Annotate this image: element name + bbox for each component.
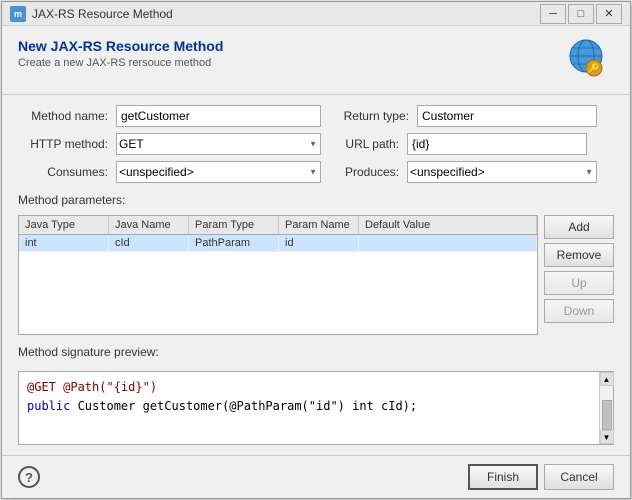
preview-section-label: Method signature preview:	[18, 345, 614, 359]
add-button[interactable]: Add	[544, 215, 614, 239]
url-path-label: URL path:	[329, 137, 399, 151]
produces-label: Produces:	[329, 165, 399, 179]
down-button[interactable]: Down	[544, 299, 614, 323]
method-name-label: Method name:	[18, 109, 108, 123]
cell-param-type: PathParam	[189, 235, 279, 251]
preview-annotation: @GET @Path("{id}")	[27, 380, 157, 394]
cell-java-type: int	[19, 235, 109, 251]
cancel-button[interactable]: Cancel	[544, 464, 614, 490]
method-name-input[interactable]	[116, 105, 321, 127]
preview-keyword-public: public	[27, 399, 78, 413]
return-type-label: Return type:	[329, 109, 409, 123]
dialog-title: New JAX-RS Resource Method	[18, 38, 223, 54]
params-side-buttons: Add Remove Up Down	[544, 215, 614, 335]
close-button[interactable]: ✕	[596, 4, 622, 24]
maximize-button[interactable]: □	[568, 4, 594, 24]
dialog-content: Method name: Return type: HTTP method: G…	[2, 95, 630, 455]
http-method-label: HTTP method:	[18, 137, 108, 151]
col-header-default-value: Default Value	[359, 216, 537, 234]
scrollbar-down-arrow[interactable]: ▼	[600, 430, 614, 444]
dialog-header: New JAX-RS Resource Method Create a new …	[2, 26, 630, 95]
col-header-java-type: Java Type	[19, 216, 109, 234]
return-type-input[interactable]	[417, 105, 597, 127]
preview-section: @GET @Path("{id}") public Customer getCu…	[18, 371, 614, 445]
params-table-header: Java Type Java Name Param Type Param Nam…	[19, 216, 537, 235]
produces-select[interactable]: <unspecified> application/json applicati…	[407, 161, 597, 183]
params-table-area: Java Type Java Name Param Type Param Nam…	[18, 215, 614, 335]
remove-button[interactable]: Remove	[544, 243, 614, 267]
params-table-body: int cId PathParam id	[19, 235, 537, 325]
preview-signature: Customer getCustomer(@PathParam("id") in…	[78, 399, 418, 413]
window-title: JAX-RS Resource Method	[32, 7, 540, 21]
dialog-icon: 🔑	[566, 38, 614, 86]
up-button[interactable]: Up	[544, 271, 614, 295]
scrollbar-thumb[interactable]	[602, 400, 612, 430]
minimize-button[interactable]: ─	[540, 4, 566, 24]
finish-button[interactable]: Finish	[468, 464, 538, 490]
consumes-row: Consumes: <unspecified> application/json…	[18, 161, 614, 183]
preview-content: @GET @Path("{id}") public Customer getCu…	[19, 372, 599, 444]
app-icon: m	[10, 6, 26, 22]
consumes-select[interactable]: <unspecified> application/json applicati…	[116, 161, 321, 183]
http-method-select[interactable]: GET POST PUT DELETE	[116, 133, 321, 155]
params-section-label: Method parameters:	[18, 193, 614, 207]
col-header-param-name: Param Name	[279, 216, 359, 234]
title-bar: m JAX-RS Resource Method ─ □ ✕	[2, 2, 630, 26]
params-table: Java Type Java Name Param Type Param Nam…	[18, 215, 538, 335]
http-method-row: HTTP method: GET POST PUT DELETE URL pat…	[18, 133, 614, 155]
table-row[interactable]: int cId PathParam id	[19, 235, 537, 252]
produces-select-wrapper: <unspecified> application/json applicati…	[407, 161, 597, 183]
svg-text:🔑: 🔑	[588, 62, 601, 75]
preview-line-2: public Customer getCustomer(@PathParam("…	[27, 397, 591, 416]
main-window: m JAX-RS Resource Method ─ □ ✕ New JAX-R…	[1, 1, 631, 499]
scrollbar-up-arrow[interactable]: ▲	[600, 372, 614, 386]
consumes-select-wrapper: <unspecified> application/json applicati…	[116, 161, 321, 183]
method-name-row: Method name: Return type:	[18, 105, 614, 127]
col-header-java-name: Java Name	[109, 216, 189, 234]
cell-default-value	[359, 235, 537, 251]
help-button[interactable]: ?	[18, 466, 40, 488]
preview-line-1: @GET @Path("{id}")	[27, 378, 591, 397]
preview-scrollbar[interactable]: ▲ ▼	[599, 372, 613, 444]
consumes-label: Consumes:	[18, 165, 108, 179]
dialog-subtitle: Create a new JAX-RS rersouce method	[18, 57, 223, 69]
cell-java-name: cId	[109, 235, 189, 251]
http-method-select-wrapper: GET POST PUT DELETE	[116, 133, 321, 155]
window-controls: ─ □ ✕	[540, 4, 622, 24]
cell-param-name: id	[279, 235, 359, 251]
bottom-buttons: Finish Cancel	[468, 464, 614, 490]
col-header-param-type: Param Type	[189, 216, 279, 234]
url-path-input[interactable]	[407, 133, 587, 155]
bottom-bar: ? Finish Cancel	[2, 455, 630, 498]
